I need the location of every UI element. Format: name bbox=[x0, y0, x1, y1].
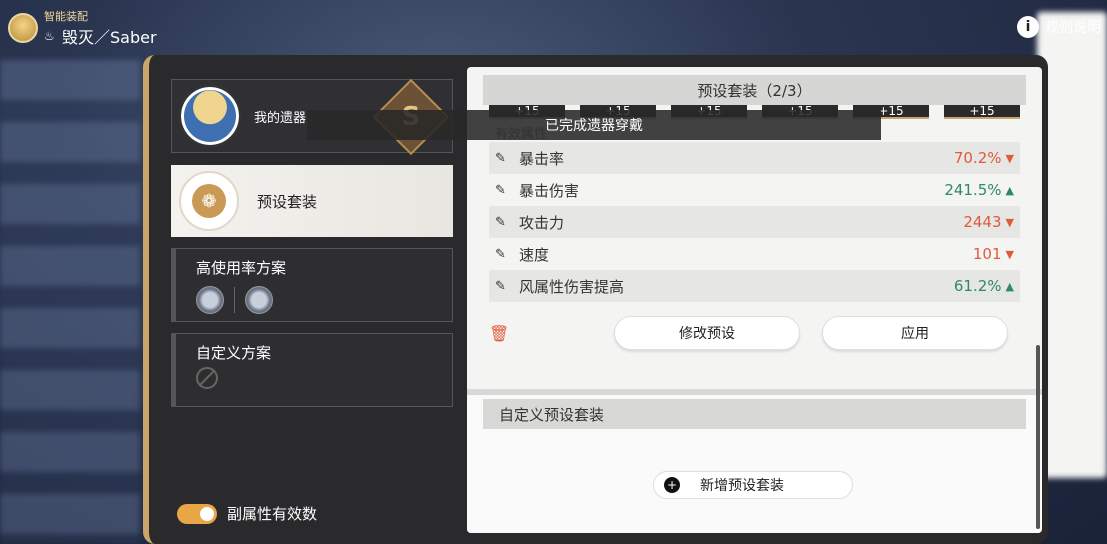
attribute-name: 攻击力 bbox=[519, 213, 565, 232]
high-usage-plan-title: 高使用率方案 bbox=[196, 259, 287, 277]
header-title: ♨ 毁灭／Saber bbox=[44, 24, 157, 48]
crit-dmg-icon: ✎ bbox=[495, 182, 506, 198]
relic-set-icon bbox=[196, 286, 224, 314]
top-header: 智能装配 ♨ 毁灭／Saber bbox=[8, 8, 157, 48]
trash-icon[interactable]: 🗑 bbox=[489, 324, 517, 343]
trend-up-icon: ▲ bbox=[1005, 183, 1014, 197]
preset-set-card[interactable]: ❁ 预设套装 bbox=[171, 165, 453, 237]
preset-set-icon: ❁ bbox=[179, 171, 239, 231]
planar-ornament-icon bbox=[245, 286, 273, 314]
attribute-value: 241.5% bbox=[944, 181, 1002, 199]
attribute-list: ✎ 暴击率 70.2% ▼ ✎ 暴击伤害 241.5% ▲ ✎ 攻击力 2443… bbox=[489, 142, 1020, 302]
scrollbar[interactable] bbox=[1036, 345, 1040, 529]
trend-down-icon: ▼ bbox=[1005, 247, 1014, 261]
add-preset-button[interactable]: + 新增预设套装 bbox=[653, 471, 853, 499]
attribute-value: 2443 bbox=[963, 213, 1002, 231]
trend-up-icon: ▲ bbox=[1005, 279, 1014, 293]
attribute-name: 暴击伤害 bbox=[519, 181, 580, 200]
apply-button[interactable]: 应用 bbox=[822, 316, 1008, 350]
background-left bbox=[0, 60, 140, 544]
attribute-row: ✎ 速度 101 ▼ bbox=[489, 238, 1020, 270]
wind-dmg-icon: ✎ bbox=[495, 278, 506, 294]
substat-toggle-label: 副属性有效数 bbox=[227, 505, 318, 523]
add-preset-label: 新增预设套装 bbox=[700, 478, 784, 494]
atk-icon: ✎ bbox=[495, 214, 506, 230]
substat-toggle-row: 副属性有效数 bbox=[177, 503, 317, 524]
high-usage-plan-card[interactable]: 高使用率方案 bbox=[171, 248, 453, 322]
attribute-value: 101 bbox=[972, 245, 1002, 263]
header-subtitle: 智能装配 bbox=[44, 10, 88, 23]
custom-plan-card[interactable]: 自定义方案 bbox=[171, 333, 453, 407]
crit-rate-icon: ✎ bbox=[495, 150, 506, 166]
toast-message: 已完成遗器穿戴 bbox=[307, 110, 881, 140]
character-avatar[interactable] bbox=[8, 13, 38, 43]
preset-set-label: 预设套装 bbox=[257, 192, 318, 211]
trend-down-icon: ▼ bbox=[1005, 215, 1014, 229]
divider bbox=[234, 287, 235, 313]
attribute-row: ✎ 攻击力 2443 ▼ bbox=[489, 206, 1020, 238]
rules-button[interactable]: i 规则说明 bbox=[1017, 16, 1101, 38]
custom-preset-section: 自定义预设套装 + 新增预设套装 bbox=[467, 389, 1042, 533]
preset-header: 预设套装（2/3） bbox=[483, 75, 1026, 105]
custom-preset-header: 自定义预设套装 bbox=[483, 399, 1026, 429]
attribute-name: 风属性伤害提高 bbox=[519, 277, 625, 296]
relic-character-avatar bbox=[178, 84, 242, 148]
plus-icon: + bbox=[664, 477, 680, 493]
my-relics-label: 我的遗器 bbox=[254, 110, 307, 126]
substat-toggle[interactable] bbox=[177, 503, 217, 524]
speed-icon: ✎ bbox=[495, 246, 506, 262]
empty-slot-icon bbox=[196, 367, 218, 389]
preset-actions: 🗑 修改预设 应用 bbox=[489, 316, 1020, 350]
destruction-path-icon: ♨ bbox=[44, 29, 55, 43]
relic-level: +15 bbox=[944, 104, 1020, 119]
attribute-row: ✎ 暴击率 70.2% ▼ bbox=[489, 142, 1020, 174]
trend-down-icon: ▼ bbox=[1005, 151, 1014, 165]
attribute-name: 暴击率 bbox=[519, 149, 565, 168]
rules-label: 规则说明 bbox=[1045, 20, 1101, 36]
edit-preset-button[interactable]: 修改预设 bbox=[614, 316, 800, 350]
attribute-value: 61.2% bbox=[953, 277, 1002, 295]
header-title-text: 毁灭／Saber bbox=[62, 28, 157, 47]
attribute-value: 70.2% bbox=[953, 149, 1002, 167]
attribute-row: ✎ 风属性伤害提高 61.2% ▲ bbox=[489, 270, 1020, 302]
custom-plan-title: 自定义方案 bbox=[196, 344, 272, 362]
attribute-name: 速度 bbox=[519, 245, 550, 264]
info-icon: i bbox=[1017, 16, 1039, 38]
attribute-row: ✎ 暴击伤害 241.5% ▲ bbox=[489, 174, 1020, 206]
